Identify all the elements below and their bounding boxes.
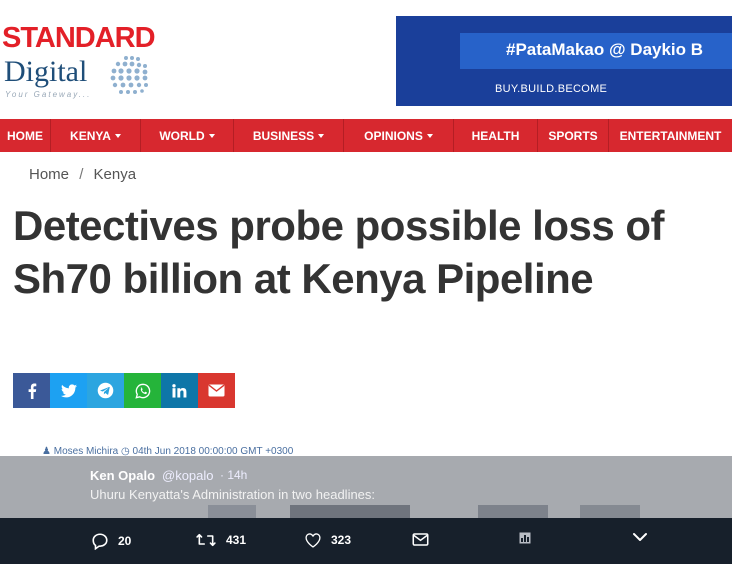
- chevron-down-icon: [114, 133, 121, 138]
- retweet-count: 431: [226, 533, 247, 547]
- nav-item-health[interactable]: HEALTH: [454, 119, 538, 152]
- email-icon: [208, 384, 225, 397]
- share-email-button[interactable]: [198, 373, 235, 408]
- nav-item-world[interactable]: WORLD: [141, 119, 234, 152]
- nav-item-kenya[interactable]: KENYA: [51, 119, 141, 152]
- nav-item-business[interactable]: BUSINESS: [234, 119, 344, 152]
- logo-standard-text: STANDARD: [2, 22, 156, 54]
- more-options-button[interactable]: [632, 532, 657, 542]
- chevron-down-icon: [426, 133, 433, 138]
- breadcrumb-home[interactable]: Home: [29, 166, 69, 183]
- logo-tagline: Your Gateway...: [5, 90, 92, 99]
- direct-message-button[interactable]: [412, 532, 438, 547]
- tweet-text: Uhuru Kenyatta's Administration in two h…: [90, 487, 376, 502]
- reply-button[interactable]: 20: [91, 532, 131, 550]
- retweet-icon: [196, 533, 216, 547]
- ad-hashtag: #PataMakao @ Daykio B: [506, 40, 704, 59]
- chevron-down-icon: [318, 133, 325, 138]
- chevron-down-icon: [633, 533, 647, 541]
- tweet-author-handle[interactable]: @kopalo: [162, 468, 214, 483]
- share-linkedin-button[interactable]: [161, 373, 198, 408]
- share-telegram-button[interactable]: [87, 373, 124, 408]
- like-button[interactable]: 323: [304, 532, 351, 548]
- nav-item-entertainment[interactable]: ENTERTAINMENT: [609, 119, 732, 152]
- nav-item-sports[interactable]: SPORTS: [538, 119, 609, 152]
- breadcrumb-separator: /: [79, 166, 84, 183]
- logo-digital-text: Digital: [4, 55, 88, 88]
- analytics-button[interactable]: [519, 532, 540, 544]
- nav-item-opinions[interactable]: OPINIONS: [344, 119, 454, 152]
- ad-tagline: BUY.BUILD.BECOME: [495, 83, 608, 95]
- main-nav: HOME KENYA WORLD BUSINESS OPINIONS HEALT…: [0, 119, 732, 152]
- share-twitter-button[interactable]: [50, 373, 87, 408]
- whatsapp-icon: [134, 383, 150, 399]
- reply-icon: [92, 533, 108, 550]
- retweet-button[interactable]: 431: [195, 532, 246, 548]
- share-bar: [13, 373, 235, 408]
- breadcrumb: Home / Kenya: [29, 166, 142, 183]
- site-logo[interactable]: STANDARD Digital Your Gateway...: [2, 22, 182, 102]
- telegram-icon: [97, 382, 114, 399]
- like-count: 323: [331, 533, 352, 547]
- share-facebook-button[interactable]: [13, 373, 50, 408]
- like-icon: [305, 533, 321, 548]
- twitter-icon: [60, 383, 77, 397]
- globe-icon: [110, 56, 148, 94]
- message-icon: [412, 533, 429, 546]
- article-title: Detectives probe possible loss of Sh70 b…: [13, 202, 665, 302]
- nav-item-home[interactable]: HOME: [0, 119, 51, 152]
- analytics-icon: [519, 532, 531, 544]
- facebook-icon: [28, 383, 36, 399]
- tweet-author-name[interactable]: Ken Opalo: [90, 468, 155, 483]
- chevron-down-icon: [208, 133, 215, 138]
- linkedin-icon: [172, 383, 187, 398]
- reply-count: 20: [118, 534, 132, 548]
- tweet-timestamp[interactable]: · 14h: [220, 468, 247, 482]
- page: STANDARD Digital Your Gateway... #PataMa…: [0, 0, 732, 564]
- breadcrumb-section[interactable]: Kenya: [94, 166, 137, 183]
- share-whatsapp-button[interactable]: [124, 373, 161, 408]
